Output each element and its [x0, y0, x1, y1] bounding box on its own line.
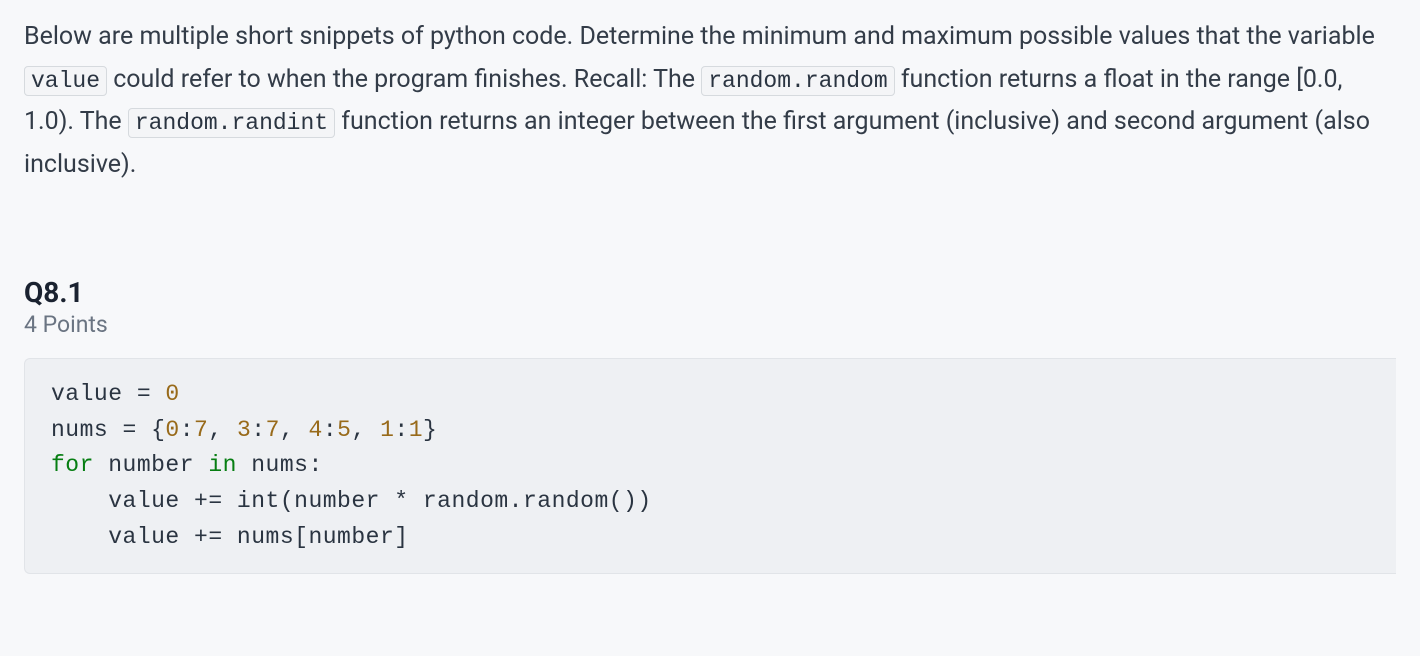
question-points: 4 Points — [24, 311, 1396, 338]
instructions-part-1: Below are multiple short snippets of pyt… — [24, 22, 1375, 51]
question-container: Below are multiple short snippets of pyt… — [0, 0, 1420, 598]
inline-code-random-randint: random.randint — [128, 108, 335, 138]
instructions-text: Below are multiple short snippets of pyt… — [24, 16, 1396, 186]
question-header: Q8.1 4 Points — [24, 276, 1396, 338]
code-block: value = 0 nums = {0:7, 3:7, 4:5, 1:1} fo… — [24, 358, 1396, 574]
question-number: Q8.1 — [24, 276, 1396, 309]
code-line-4: value += int(number * random.random()) — [51, 488, 652, 514]
code-line-1: value = 0 — [51, 381, 180, 407]
code-line-2: nums = {0:7, 3:7, 4:5, 1:1} — [51, 417, 437, 443]
inline-code-value: value — [24, 66, 107, 96]
code-line-5: value += nums[number] — [51, 524, 409, 550]
instructions-part-2: could refer to when the program finishes… — [107, 65, 701, 94]
inline-code-random-random: random.random — [701, 66, 894, 96]
code-line-3: for number in nums: — [51, 452, 323, 478]
